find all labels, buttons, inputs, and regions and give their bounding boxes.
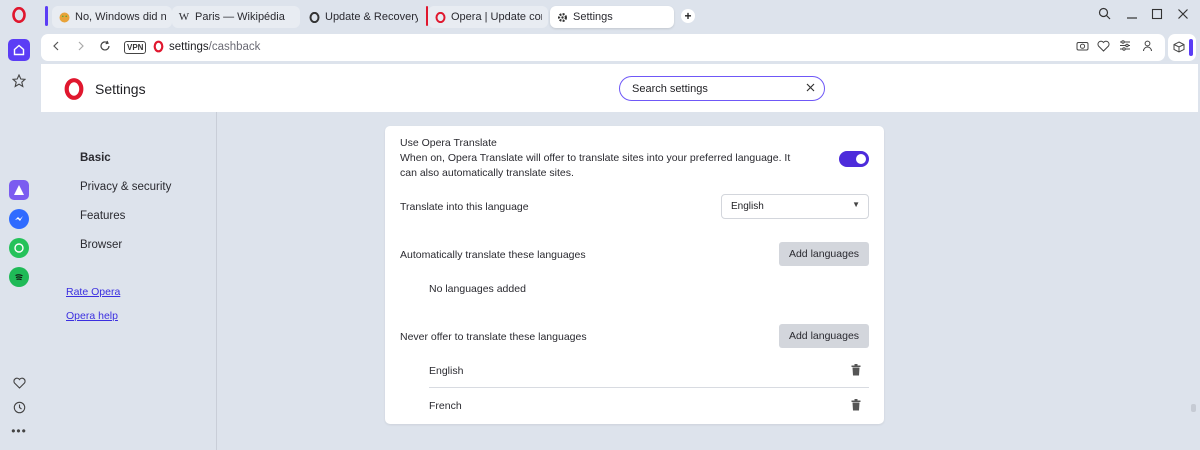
reload-icon[interactable] — [99, 40, 111, 55]
tab-search-icon[interactable] — [1094, 7, 1114, 24]
opera-dark-icon — [308, 11, 320, 23]
trash-icon[interactable] — [851, 364, 861, 376]
clear-search-icon[interactable] — [806, 81, 815, 95]
bookmark-heart-icon[interactable] — [1095, 40, 1111, 55]
translate-description: When on, Opera Translate will offer to t… — [400, 152, 791, 179]
tab-strip: No, Windows did not lose W Paris — Wikip… — [38, 0, 1200, 32]
easy-setup-icon[interactable] — [1117, 40, 1133, 54]
page-title: Settings — [95, 81, 146, 97]
wikipedia-w-icon: W — [178, 11, 190, 23]
extension-bar-indicator — [1189, 39, 1193, 56]
home-icon[interactable] — [8, 39, 30, 61]
opera-red-icon — [434, 11, 446, 23]
extensions-area — [1168, 34, 1196, 61]
url-path: /cashback — [208, 41, 261, 53]
auto-translate-label: Automatically translate these languages — [400, 249, 586, 261]
url-field[interactable]: settings/cashback — [169, 41, 260, 53]
back-icon[interactable] — [51, 40, 61, 55]
translate-toggle[interactable] — [839, 151, 869, 167]
never-language-french: French — [429, 400, 462, 412]
auto-languages-empty: No languages added — [429, 283, 526, 295]
profile-icon[interactable] — [1139, 40, 1155, 55]
tab-windows-article[interactable]: No, Windows did not lose — [52, 6, 172, 28]
scrollbar-thumb[interactable] — [1191, 404, 1196, 412]
opera-sidebar: ••• — [0, 0, 38, 450]
nav-item-privacy-security[interactable]: Privacy & security — [80, 181, 171, 193]
target-language-label: Translate into this language — [400, 201, 529, 213]
forward-icon[interactable] — [76, 40, 86, 55]
target-language-value: English — [731, 201, 764, 212]
toggle-knob — [856, 154, 866, 164]
never-translate-label: Never offer to translate these languages — [400, 331, 587, 343]
opera-menu-icon[interactable] — [8, 4, 30, 26]
chevron-down-icon: ▼ — [852, 200, 860, 209]
vpn-badge[interactable]: VPN — [124, 41, 147, 54]
gear-icon — [556, 11, 568, 23]
target-language-select[interactable]: English ▼ — [721, 194, 869, 219]
new-tab-plus-icon[interactable]: + — [681, 9, 695, 23]
whatsapp-icon[interactable] — [9, 238, 29, 258]
maximize-icon[interactable] — [1147, 7, 1167, 24]
extensions-cube-icon[interactable] — [1173, 41, 1185, 56]
address-bar: VPN settings/cashback — [41, 34, 1165, 61]
tab-update-recovery[interactable]: Update & Recovery — [302, 6, 424, 28]
opera-help-link[interactable]: Opera help — [66, 310, 118, 322]
never-language-english: English — [429, 365, 464, 377]
translate-settings-card: Use Opera Translate When on, Opera Trans… — [385, 126, 884, 424]
settings-page: Settings Basic Privacy & security Featur… — [41, 64, 1198, 450]
nav-item-basic[interactable]: Basic — [80, 152, 111, 164]
messenger-icon[interactable] — [9, 209, 29, 229]
tab-opera-update[interactable]: Opera | Update complete — [428, 6, 548, 28]
opera-logo-icon — [64, 78, 84, 100]
trash-icon[interactable] — [851, 399, 861, 411]
bookmarks-star-icon[interactable] — [8, 70, 30, 92]
add-auto-languages-button[interactable]: Add languages — [779, 242, 869, 266]
opera-address-icon — [153, 40, 164, 56]
more-icon[interactable]: ••• — [8, 420, 30, 442]
language-divider — [429, 387, 869, 388]
close-window-icon[interactable] — [1173, 7, 1193, 24]
spotify-icon[interactable] — [9, 267, 29, 287]
minimize-icon[interactable] — [1122, 7, 1142, 24]
aria-app-icon[interactable] — [9, 180, 29, 200]
rate-opera-link[interactable]: Rate Opera — [66, 286, 120, 298]
settings-header: Settings — [41, 64, 1198, 112]
tab-paris-wikipedia[interactable]: W Paris — Wikipédia — [172, 6, 300, 28]
history-clock-icon[interactable] — [8, 396, 30, 418]
add-never-languages-button[interactable]: Add languages — [779, 324, 869, 348]
translate-heading: Use Opera Translate — [400, 137, 497, 149]
snapshot-camera-icon[interactable] — [1074, 40, 1090, 54]
search-settings-box — [619, 76, 825, 101]
emoji-face-icon — [58, 11, 70, 23]
search-input[interactable] — [632, 81, 792, 96]
nav-item-features[interactable]: Features — [80, 210, 125, 222]
workspace-indicator — [45, 6, 48, 26]
nav-item-browser[interactable]: Browser — [80, 239, 122, 251]
url-host: settings — [169, 41, 209, 53]
tab-settings[interactable]: Settings — [550, 6, 674, 28]
settings-nav: Basic Privacy & security Features Browse… — [41, 112, 217, 450]
heart-icon[interactable] — [8, 372, 30, 394]
